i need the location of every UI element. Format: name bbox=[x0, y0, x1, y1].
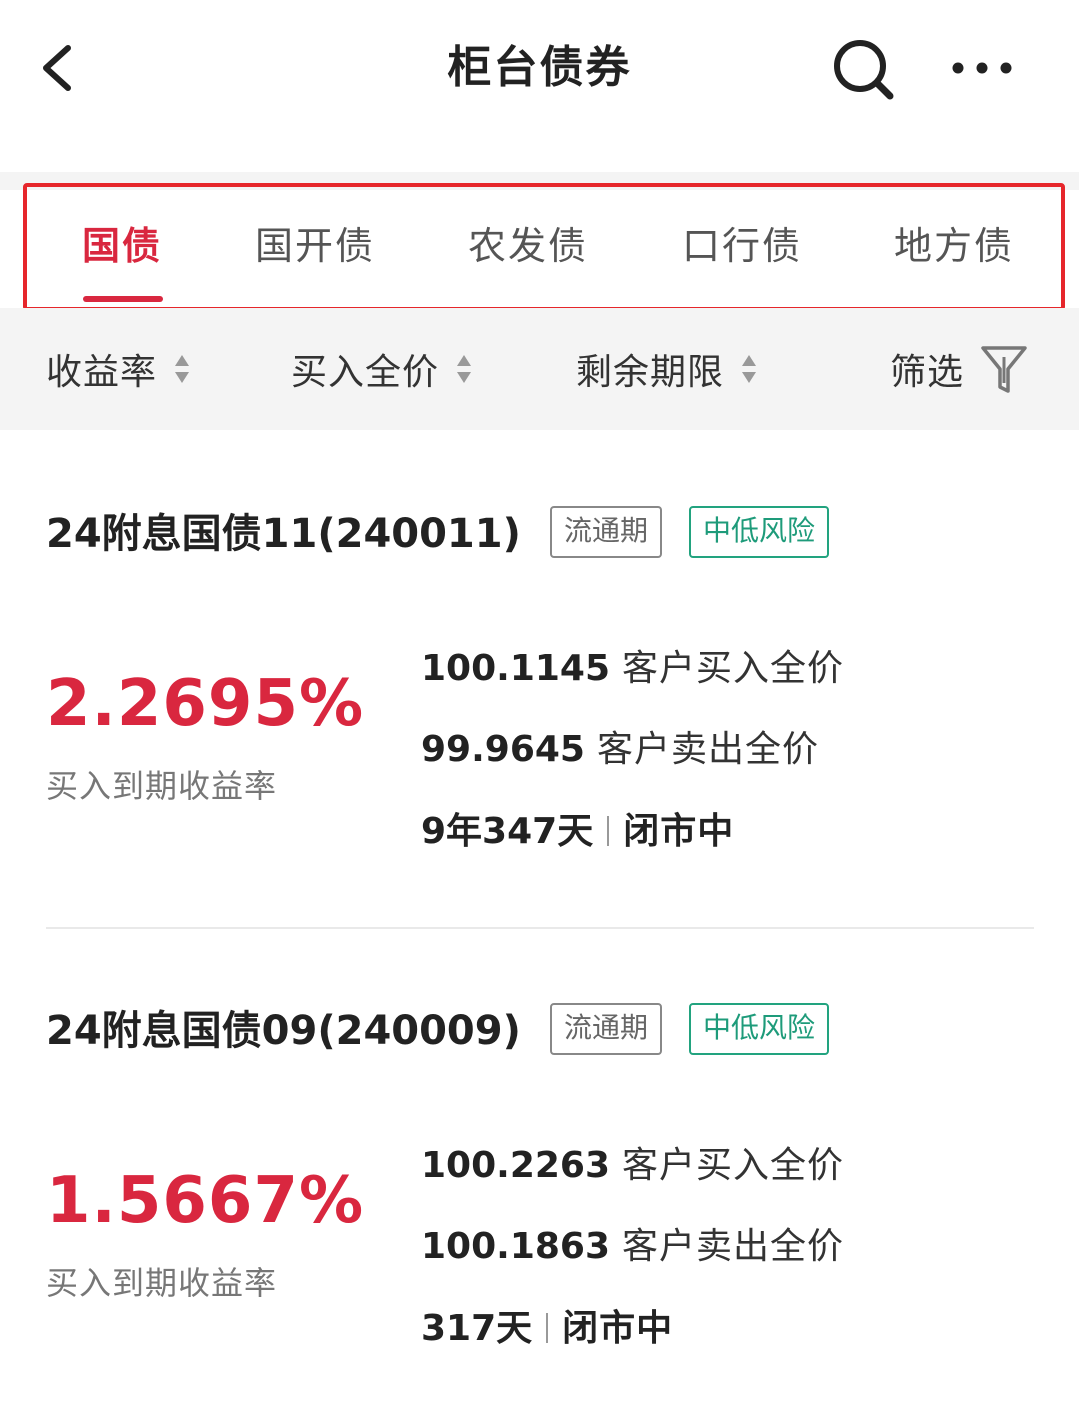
tag-trading-period: 流通期 bbox=[550, 506, 663, 558]
yield-label: 买入到期收益率 bbox=[46, 767, 278, 805]
term-status-row: 9年347天 闭市中 bbox=[421, 807, 734, 857]
tag-risk-level: 中低风险 bbox=[689, 506, 830, 558]
active-tab-indicator bbox=[83, 296, 163, 302]
sell-price: 100.1863 bbox=[421, 1226, 611, 1267]
bond-name: 24附息国债09(240009) bbox=[46, 1008, 521, 1054]
more-button[interactable] bbox=[946, 44, 1018, 92]
separator bbox=[607, 816, 610, 846]
chevron-left-icon bbox=[43, 45, 71, 91]
tag-trading-period: 流通期 bbox=[550, 1003, 663, 1055]
app-header: 柜台债券 bbox=[0, 0, 1079, 172]
yield-value: 1.5667% bbox=[46, 1164, 365, 1238]
remaining-term: 9年347天 bbox=[421, 811, 594, 852]
back-button[interactable] bbox=[30, 38, 90, 98]
sort-arrows-icon bbox=[457, 355, 472, 383]
filter-label: 筛选 bbox=[890, 352, 965, 393]
yield-label: 买入到期收益率 bbox=[46, 1264, 278, 1302]
sell-price-row: 100.1863 客户卖出全价 bbox=[421, 1222, 844, 1272]
more-dots-icon bbox=[952, 62, 1012, 74]
tab-label: 口行债 bbox=[681, 224, 802, 268]
sell-price-label: 客户卖出全价 bbox=[622, 1226, 845, 1267]
tag-risk-level: 中低风险 bbox=[689, 1003, 830, 1055]
sort-price-label: 买入全价 bbox=[291, 352, 440, 393]
market-status: 闭市中 bbox=[623, 811, 735, 852]
buy-price-row: 100.1145 客户买入全价 bbox=[421, 644, 844, 694]
page-title: 柜台债券 bbox=[447, 42, 632, 93]
sort-arrows-icon bbox=[742, 355, 757, 383]
term-status-row: 317天 闭市中 bbox=[421, 1304, 673, 1354]
buy-price-row: 100.2263 客户买入全价 bbox=[421, 1141, 844, 1191]
remaining-term: 317天 bbox=[421, 1308, 533, 1349]
sort-yield-label: 收益率 bbox=[46, 352, 158, 393]
tab-label: 国开债 bbox=[254, 224, 375, 268]
sell-price-row: 99.9645 客户卖出全价 bbox=[421, 725, 819, 775]
buy-price: 100.1145 bbox=[421, 648, 611, 689]
bond-list-item[interactable]: 24附息国债11(240011) 流通期 中低风险 2.2695% 买入到期收益… bbox=[0, 504, 1079, 934]
header-separator bbox=[0, 172, 1079, 190]
tab-guozhai[interactable]: 国债 bbox=[22, 190, 222, 308]
separator bbox=[546, 1313, 549, 1343]
page: 柜台债券 国债 国开债 农发债 口行债 地方债 收益率 买入全价 剩余期限 筛选… bbox=[0, 0, 1079, 1408]
sell-price-label: 客户卖出全价 bbox=[596, 729, 819, 770]
buy-price-label: 客户买入全价 bbox=[622, 1145, 845, 1186]
sort-bar: 收益率 买入全价 剩余期限 筛选 bbox=[0, 308, 1079, 430]
search-button[interactable] bbox=[830, 36, 896, 102]
buy-price-label: 客户买入全价 bbox=[622, 648, 845, 689]
market-status: 闭市中 bbox=[562, 1308, 674, 1349]
sort-yield[interactable]: 收益率 bbox=[46, 308, 193, 430]
bond-category-tabs: 国债 国开债 农发债 口行债 地方债 bbox=[0, 190, 1079, 308]
bond-name: 24附息国债11(240011) bbox=[46, 511, 521, 557]
sort-price[interactable]: 买入全价 bbox=[291, 308, 475, 430]
tab-label: 农发债 bbox=[467, 224, 588, 268]
tab-nongfazhai[interactable]: 农发债 bbox=[428, 190, 628, 308]
tab-label: 国债 bbox=[81, 224, 162, 268]
sort-term[interactable]: 剩余期限 bbox=[576, 308, 760, 430]
filter-icon bbox=[981, 346, 1027, 393]
filter-button[interactable]: 筛选 bbox=[890, 308, 1028, 430]
yield-value: 2.2695% bbox=[46, 667, 365, 741]
sort-term-label: 剩余期限 bbox=[576, 352, 725, 393]
buy-price: 100.2263 bbox=[421, 1145, 611, 1186]
search-icon bbox=[834, 40, 894, 100]
list-divider bbox=[46, 927, 1034, 929]
bond-list-item[interactable]: 24附息国债09(240009) 流通期 中低风险 1.5667% 买入到期收益… bbox=[0, 1001, 1079, 1408]
sort-arrows-icon bbox=[175, 355, 190, 383]
tab-guokaizhai[interactable]: 国开债 bbox=[215, 190, 415, 308]
tab-kouhangzhai[interactable]: 口行债 bbox=[642, 190, 842, 308]
tab-label: 地方债 bbox=[893, 224, 1014, 268]
sell-price: 99.9645 bbox=[421, 729, 585, 770]
tab-difangzhai[interactable]: 地方债 bbox=[854, 190, 1054, 308]
